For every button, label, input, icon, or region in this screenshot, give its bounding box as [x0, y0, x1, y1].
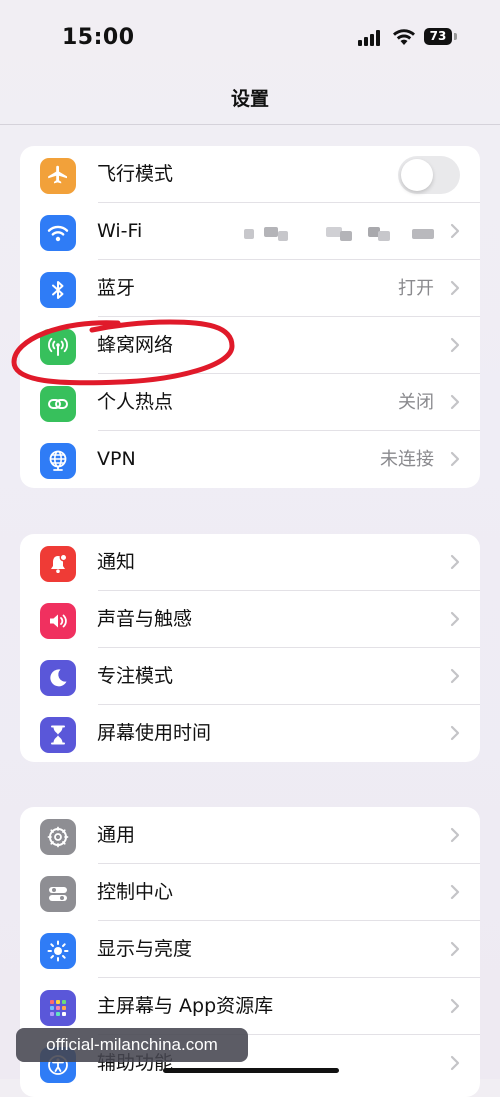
row-value: 打开	[398, 278, 434, 299]
chevron-right-icon	[450, 394, 460, 410]
chevron-right-icon	[450, 725, 460, 741]
sun-icon	[40, 933, 76, 969]
connectivity-group: 飞行模式 Wi-Fi 蓝牙 打开 蜂窝网络 个人热点 关闭 VPN 未连接	[20, 146, 480, 488]
chevron-right-icon	[450, 884, 460, 900]
row-personal-hotspot[interactable]: 个人热点 关闭	[20, 374, 480, 431]
page-title: 设置	[230, 88, 269, 110]
row-value: 关闭	[398, 392, 434, 413]
chevron-right-icon	[450, 554, 460, 570]
battery-indicator: 73	[424, 28, 452, 45]
antenna-icon	[40, 329, 76, 365]
hotspot-icon	[40, 386, 76, 422]
row-label: 专注模式	[97, 665, 174, 687]
row-notifications[interactable]: 通知	[20, 534, 480, 591]
gear-icon	[40, 819, 76, 855]
notifications-group: 通知 声音与触感 专注模式 屏幕使用时间	[20, 534, 480, 762]
row-home-screen-app-library[interactable]: 主屏幕与 App资源库	[20, 978, 480, 1035]
chevron-right-icon	[450, 941, 460, 957]
chevron-right-icon	[450, 668, 460, 684]
chevron-right-icon	[450, 223, 460, 239]
chevron-right-icon	[450, 827, 460, 843]
row-label: 控制中心	[97, 881, 174, 903]
row-label: 飞行模式	[97, 163, 174, 185]
row-label: 显示与亮度	[97, 938, 193, 960]
row-cellular[interactable]: 蜂窝网络	[20, 317, 480, 374]
watermark: official-milanchina.com	[16, 1028, 248, 1062]
row-label: 主屏幕与 App资源库	[97, 995, 274, 1017]
toggle-knob	[401, 159, 433, 191]
row-wifi[interactable]: Wi-Fi	[20, 203, 480, 260]
row-label: 通用	[97, 824, 136, 846]
airplane-icon	[40, 158, 76, 194]
row-label: Wi-Fi	[97, 220, 143, 242]
row-control-center[interactable]: 控制中心	[20, 864, 480, 921]
battery-tip	[454, 33, 457, 40]
speaker-icon	[40, 603, 76, 639]
row-label: 蓝牙	[97, 277, 136, 299]
airplane-mode-toggle[interactable]	[398, 156, 460, 194]
moon-icon	[40, 660, 76, 696]
row-label: 通知	[97, 551, 136, 573]
wifi-icon	[40, 215, 76, 251]
app-grid-icon	[40, 990, 76, 1026]
row-bluetooth[interactable]: 蓝牙 打开	[20, 260, 480, 317]
row-focus[interactable]: 专注模式	[20, 648, 480, 705]
wifi-network-name-redacted	[244, 227, 434, 241]
wifi-status-icon	[393, 29, 415, 45]
status-bar: 15:00 73	[0, 0, 500, 70]
row-value: 未连接	[380, 449, 434, 470]
chevron-right-icon	[450, 280, 460, 296]
chevron-right-icon	[450, 451, 460, 467]
chevron-right-icon	[450, 611, 460, 627]
row-label: 屏幕使用时间	[97, 722, 212, 744]
nav-divider	[0, 124, 500, 125]
bell-icon	[40, 546, 76, 582]
home-indicator[interactable]	[163, 1068, 339, 1073]
chevron-right-icon	[450, 998, 460, 1014]
row-sounds-haptics[interactable]: 声音与触感	[20, 591, 480, 648]
row-display-brightness[interactable]: 显示与亮度	[20, 921, 480, 978]
row-airplane-mode[interactable]: 飞行模式	[20, 146, 480, 203]
row-general[interactable]: 通用	[20, 807, 480, 864]
switches-icon	[40, 876, 76, 912]
row-vpn[interactable]: VPN 未连接	[20, 431, 480, 488]
chevron-right-icon	[450, 1055, 460, 1071]
row-label: 个人热点	[97, 391, 174, 413]
chevron-right-icon	[450, 337, 460, 353]
bluetooth-icon	[40, 272, 76, 308]
status-time: 15:00	[62, 25, 135, 50]
hourglass-icon	[40, 717, 76, 753]
globe-icon	[40, 443, 76, 479]
row-label: VPN	[97, 448, 136, 470]
row-label: 声音与触感	[97, 608, 193, 630]
row-label: 蜂窝网络	[97, 334, 174, 356]
cellular-signal-icon	[358, 30, 384, 46]
row-screen-time[interactable]: 屏幕使用时间	[20, 705, 480, 762]
